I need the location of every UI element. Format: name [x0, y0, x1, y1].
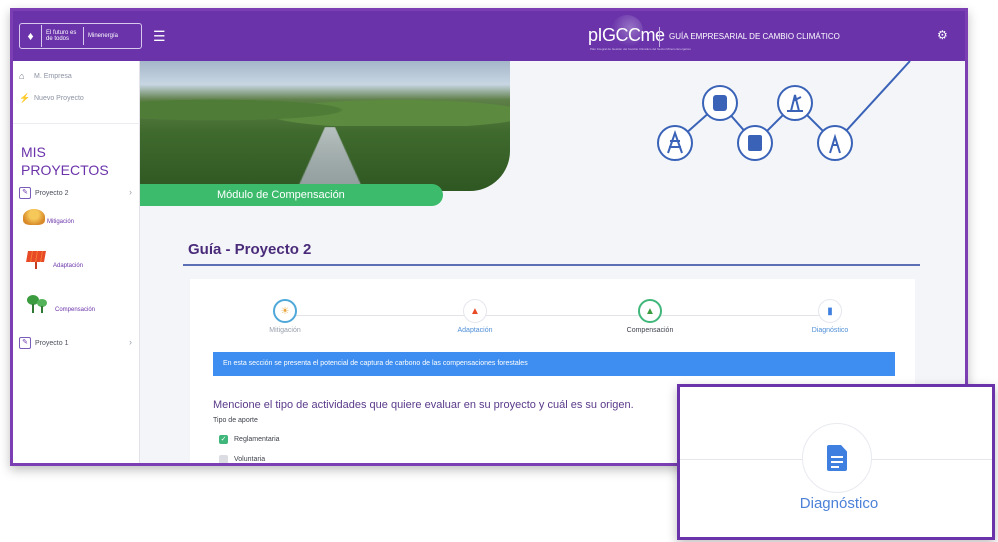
checkbox-voluntaria[interactable]: Voluntaria: [219, 455, 266, 463]
gear-icon[interactable]: ⚙: [937, 28, 948, 42]
sub-item-label: Compensación: [55, 307, 96, 313]
step-adaptacion[interactable]: ▲ Adaptación: [420, 299, 530, 334]
step-mitigacion[interactable]: ☀ Mitigación: [230, 299, 340, 334]
document-icon: [827, 445, 847, 471]
mitigation-icon: ☀: [273, 299, 297, 323]
document-icon: ▮: [818, 299, 842, 323]
step-diagnostico-zoom[interactable]: [802, 423, 872, 493]
logo-text-futuro: El futuro es de todos: [42, 27, 84, 45]
stage: ♦ El futuro es de todos Minenergía ☰ pIG…: [0, 0, 998, 542]
sidebar-item-proyecto-2[interactable]: ✎ Proyecto 2: [19, 187, 68, 199]
hero-image: [140, 61, 510, 191]
gov-logo[interactable]: ♦ El futuro es de todos Minenergía: [19, 23, 142, 49]
brand-separator: [659, 27, 660, 47]
guide-title: GUÍA EMPRESARIAL DE CAMBIO CLIMÁTICO: [669, 32, 840, 41]
sidebar: ⌂ M. Empresa ⚡ Nuevo Proyecto MIS PROYEC…: [13, 61, 140, 463]
sidebar-item-label: Nuevo Proyecto: [34, 94, 84, 102]
sidebar-item-mitigacion[interactable]: Mitigación: [23, 209, 74, 225]
step-label: Adaptación: [457, 327, 493, 334]
chevron-right-icon[interactable]: ›: [129, 187, 132, 197]
stepper-line: [285, 315, 820, 316]
sidebar-item-label: M. Empresa: [34, 72, 72, 80]
sub-item-label: Adaptación: [53, 263, 84, 269]
mitigation-icon: [23, 209, 45, 225]
step-compensacion[interactable]: ▲ Compensación: [595, 299, 705, 334]
solar-panel-icon: [26, 251, 46, 269]
page-title: Guía - Proyecto 2: [188, 241, 312, 258]
divider: [13, 123, 140, 124]
sidebar-item-adaptacion[interactable]: Adaptación: [26, 251, 84, 269]
checkbox-reglamentaria[interactable]: ✓ Reglamentaria: [219, 435, 280, 444]
step-label: Mitigación: [269, 327, 301, 334]
edit-icon: ✎: [19, 337, 31, 349]
top-bar: ♦ El futuro es de todos Minenergía ☰ pIG…: [13, 11, 965, 61]
solar-panel-icon: ▲: [463, 299, 487, 323]
step-label: Diagnóstico: [811, 327, 849, 334]
module-label: Módulo de Compensación: [140, 184, 443, 206]
project-label: Proyecto 2: [35, 189, 69, 197]
tipo-label: Tipo de aporte: [213, 417, 258, 424]
sub-item-label: Mitigación: [47, 219, 75, 225]
step-diagnostico[interactable]: ▮ Diagnóstico: [775, 299, 885, 334]
trees-icon: ▲: [638, 299, 662, 323]
check-icon: ✓: [219, 435, 228, 444]
checkbox-label: Reglamentaria: [234, 436, 280, 443]
checkbox-empty: [219, 455, 228, 463]
chevron-right-icon[interactable]: ›: [129, 337, 132, 347]
plug-icon: ⚡: [19, 93, 31, 103]
step-label: Compensación: [626, 327, 674, 334]
title-underline: [183, 264, 920, 266]
project-label: Proyecto 1: [35, 339, 69, 347]
brand-subtitle: Plan Integral de Gestión del Cambio Clim…: [590, 47, 691, 51]
hamburger-icon[interactable]: ☰: [153, 28, 166, 45]
checkbox-label: Voluntaria: [234, 456, 266, 463]
home-icon: ⌂: [19, 71, 25, 81]
section-title: MIS PROYECTOS: [21, 144, 109, 178]
forest-graphic: [140, 86, 510, 126]
active-indicator: [680, 537, 995, 540]
sidebar-item-empresa[interactable]: ⌂ M. Empresa: [19, 71, 72, 81]
energy-icons-graphic: [657, 61, 911, 161]
river-graphic: [293, 127, 368, 191]
sidebar-item-nuevo-proyecto[interactable]: ⚡ Nuevo Proyecto: [19, 93, 84, 103]
brand-logo[interactable]: pIGCCme: [588, 25, 665, 46]
step-label: Diagnóstico: [799, 495, 879, 512]
edit-icon: ✎: [19, 187, 31, 199]
sidebar-item-compensacion[interactable]: Compensación: [27, 295, 95, 313]
logo-text-minenergia: Minenergía: [88, 33, 119, 39]
zoom-callout: Diagnóstico: [677, 384, 995, 540]
question-text: Mencione el tipo de actividades que quie…: [213, 399, 634, 411]
sidebar-item-proyecto-1[interactable]: ✎ Proyecto 1: [19, 337, 68, 349]
trees-icon: [27, 295, 49, 313]
info-banner: En esta sección se presenta el potencial…: [213, 352, 895, 376]
shield-icon: ♦: [20, 25, 42, 47]
